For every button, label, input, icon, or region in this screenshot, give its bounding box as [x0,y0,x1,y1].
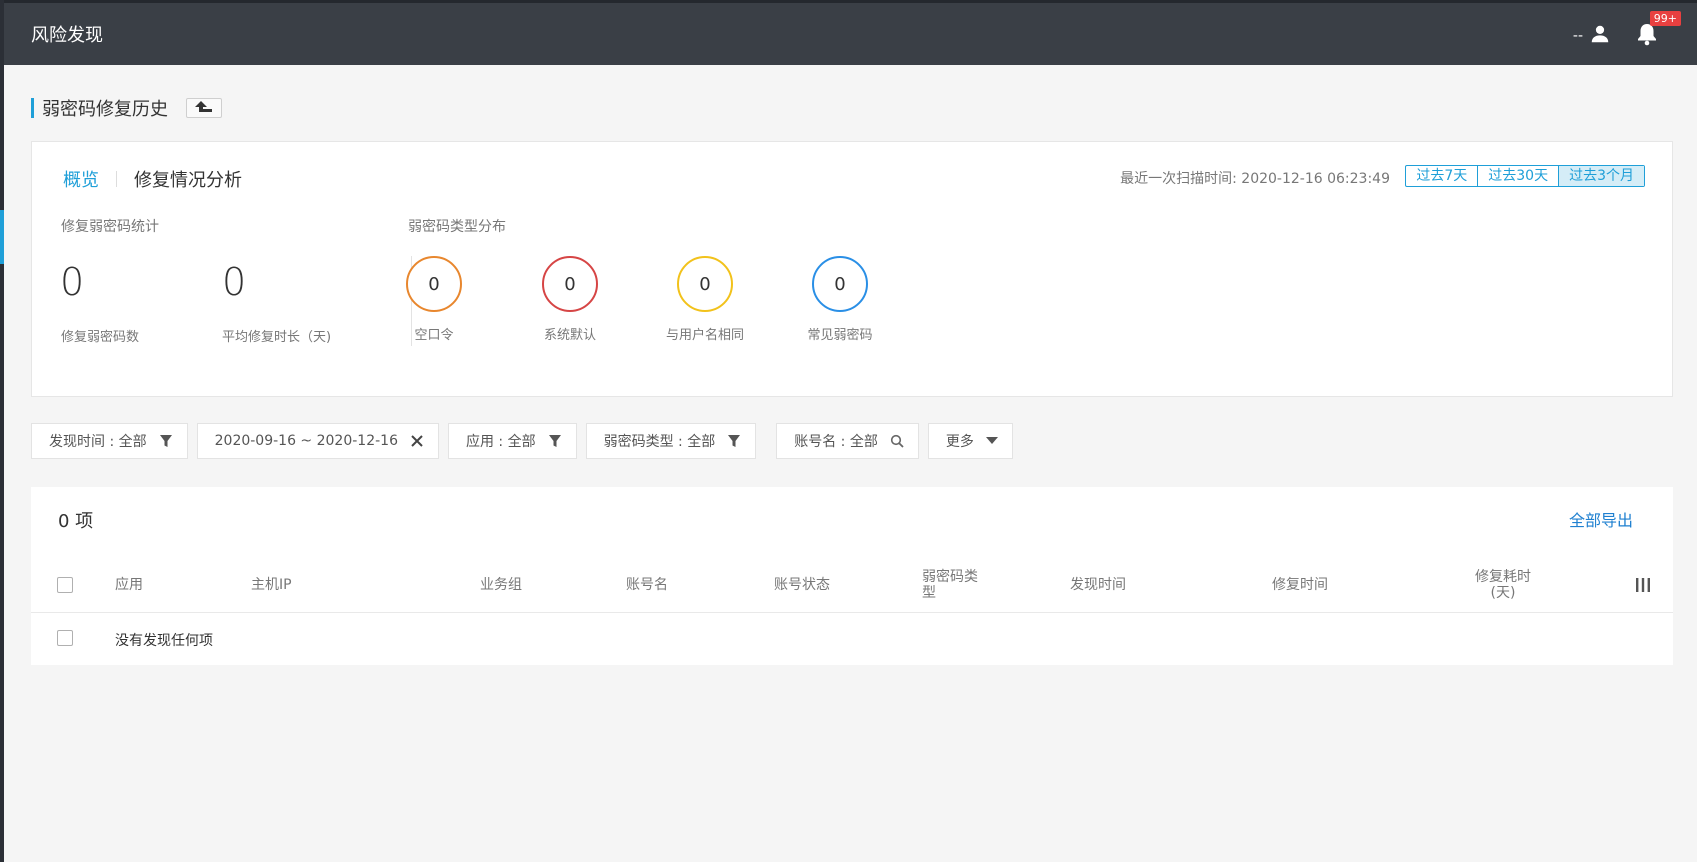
col-app[interactable]: 应用 [115,577,143,593]
filter-account-search[interactable]: 账号名 : 全部 [776,423,919,459]
results-table-card: 0 项 全部导出 应用 主机IP 业务组 账号名 账号状态 弱密码类 型 发现时… [31,487,1673,665]
column-settings-icon[interactable] [1635,577,1651,597]
table-header: 应用 主机IP 业务组 账号名 账号状态 弱密码类 型 发现时间 修复时间 修复… [31,557,1673,613]
title-accent-bar [31,98,34,118]
fixed-count-value: 0 [60,260,85,304]
left-strip [0,0,4,862]
user-name: -- [1572,28,1583,44]
filter-app[interactable]: 应用 : 全部 [447,423,577,459]
page-header: 弱密码修复历史 [31,95,222,121]
filter-date-range-label: 2020-09-16 ~ 2020-12-16 [214,433,398,449]
dist-common-weak-label: 常见弱密码 [807,328,873,343]
filter-account-label: 账号名 : 全部 [794,434,878,450]
notification-badge: 99+ [1649,11,1681,26]
dist-system-default-label: 系统默认 [543,328,596,343]
app-title: 风险发现 [31,25,103,46]
col-password-type-line2: 型 [922,585,936,601]
tab-overview[interactable]: 概览 [63,166,99,192]
range-3-months[interactable]: 过去3个月 [1559,166,1644,186]
overview-card: 概览 修复情况分析 最近一次扫描时间: 2020-12-16 06:23:49 … [31,141,1673,397]
last-scan-time: 最近一次扫描时间: 2020-12-16 06:23:49 [1120,171,1390,187]
user-menu[interactable]: -- [1573,23,1611,49]
avg-fix-duration-label: 平均修复时长（天) [222,330,332,345]
filter-bar: 发现时间 : 全部 2020-09-16 ~ 2020-12-16 应用 : 全… [31,423,1022,459]
export-all-link[interactable]: 全部导出 [1569,507,1633,531]
filter-date-range[interactable]: 2020-09-16 ~ 2020-12-16 [196,423,439,459]
col-fix-duration-line1: 修复耗时 [1475,569,1531,585]
dist-empty-password-label: 空口令 [414,328,454,343]
upload-arrow-icon [193,99,215,118]
row-checkbox[interactable] [57,630,73,646]
dist-empty-password-ring: 0 [406,256,462,312]
dist-same-as-username-ring: 0 [677,256,733,312]
tab-separator [116,171,117,187]
col-discover-time[interactable]: 发现时间 [1070,577,1126,593]
time-range-selector: 过去7天 过去30天 过去3个月 [1405,165,1645,187]
col-host-ip[interactable]: 主机IP [251,577,292,593]
filter-app-label: 应用 : 全部 [465,434,536,450]
stats-title: 修复弱密码统计 [61,219,159,235]
dist-same-as-username-label: 与用户名相同 [665,328,744,343]
filter-funnel-icon [548,434,562,448]
filter-discover-time[interactable]: 发现时间 : 全部 [31,423,188,459]
filter-discover-time-label: 发现时间 : 全部 [49,434,147,450]
range-7-days[interactable]: 过去7天 [1406,166,1479,186]
col-business-group[interactable]: 业务组 [480,577,522,593]
clear-close-icon[interactable] [410,434,424,448]
tab-fix-analysis[interactable]: 修复情况分析 [134,166,242,192]
fixed-count-label: 修复弱密码数 [61,330,140,345]
filter-funnel-icon [159,434,173,448]
caret-down-icon [985,437,998,445]
search-icon [890,434,904,448]
empty-state-text: 没有发现任何项 [115,633,213,649]
dist-system-default-ring: 0 [542,256,598,312]
result-count: 0 项 [58,511,94,532]
left-strip-accent [0,210,4,264]
col-fix-duration[interactable]: 修复耗时 (天) [1475,569,1531,601]
dist-common-weak-ring: 0 [812,256,868,312]
overview-tabs: 概览 修复情况分析 [63,166,242,192]
col-fix-duration-line2: (天) [1490,585,1516,601]
top-bar: 风险发现 -- 99+ [4,0,1697,65]
distribution-title: 弱密码类型分布 [408,219,506,235]
filter-more-dropdown[interactable]: 更多 [927,423,1013,459]
filter-password-type[interactable]: 弱密码类型 : 全部 [585,423,757,459]
filter-password-type-label: 弱密码类型 : 全部 [603,434,716,450]
avg-fix-duration-value: 0 [222,260,247,304]
col-fix-time[interactable]: 修复时间 [1272,577,1328,593]
range-30-days[interactable]: 过去30天 [1478,166,1560,186]
col-password-type[interactable]: 弱密码类 型 [922,569,978,601]
col-password-type-line1: 弱密码类 [922,569,978,585]
select-all-checkbox[interactable] [57,577,73,593]
col-account[interactable]: 账号名 [626,577,668,593]
filter-more-label: 更多 [945,434,974,450]
col-account-status[interactable]: 账号状态 [774,577,830,593]
user-icon [1589,23,1611,49]
page-title: 弱密码修复历史 [42,99,168,120]
filter-funnel-icon [727,434,741,448]
table-row: 没有发现任何项 [31,613,1673,665]
back-up-button[interactable] [186,98,222,118]
